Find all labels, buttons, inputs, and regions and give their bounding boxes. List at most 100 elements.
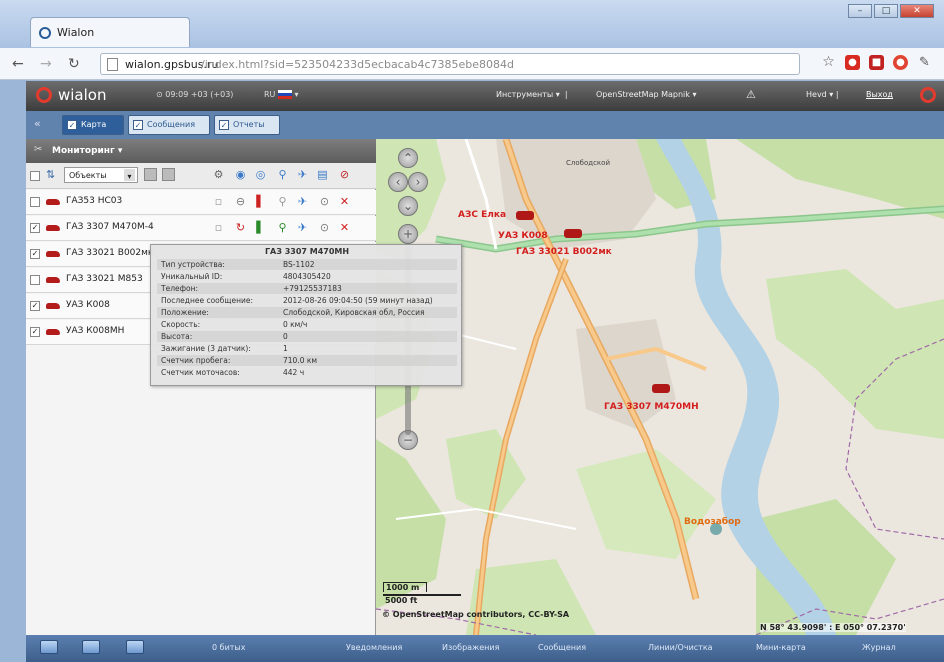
tooltip-key: Скорость: (161, 320, 201, 329)
tab-reports[interactable]: ✓ Отчеты (214, 115, 280, 135)
gear-icon[interactable]: ⚙ (212, 168, 225, 181)
delete-all-icon[interactable]: ⊘ (338, 168, 351, 181)
map-unit-label[interactable]: ГАЗ 33021 В002мк (516, 247, 612, 257)
cursor-coordinates: N 58° 43.9098' : E 050° 07.2370' (760, 623, 906, 632)
forward-icon[interactable]: → (40, 56, 52, 72)
url-field[interactable]: wialon.gpsbus.ru /index.html?sid=5235042… (100, 53, 800, 75)
checkbox-icon: ✓ (67, 120, 77, 130)
antenna-icon[interactable]: ⚲ (276, 168, 289, 181)
tab-messages-label: Сообщения (147, 120, 196, 129)
satellite-icon[interactable]: ✈ (296, 195, 309, 208)
language-selector[interactable]: RU ▾ (264, 90, 299, 99)
unit-checkbox[interactable] (30, 197, 40, 207)
unit-checkbox[interactable] (30, 275, 40, 285)
satellite-icon[interactable]: ✈ (296, 221, 309, 234)
tooltip-key: Последнее сообщение: (161, 296, 253, 305)
add-group-icon[interactable] (144, 168, 157, 181)
time-display[interactable]: ⊙ 09:09 +03 (+03) (156, 90, 233, 99)
filter-select[interactable]: Объекты ▾ (64, 167, 138, 183)
map-unit-label[interactable]: УАЗ К008 (498, 231, 548, 241)
messages-toggle[interactable]: Сообщения (538, 643, 586, 652)
sort-icon[interactable]: ⇅ (46, 168, 55, 181)
russia-flag-icon (277, 90, 292, 99)
tools-menu[interactable]: Инструменты ▾ | (496, 90, 568, 99)
antenna-icon[interactable]: ⚲ (276, 195, 289, 208)
extension-icon[interactable]: ● (893, 55, 908, 70)
tab-map[interactable]: ✓ Карта (62, 115, 124, 135)
log-toggle[interactable]: Журнал (862, 643, 896, 652)
notifications-toggle[interactable]: Уведомления (346, 643, 402, 652)
monitor-icon[interactable] (40, 640, 58, 654)
scale-bar: 1000 m 5000 ft (383, 582, 461, 605)
pan-right-icon[interactable]: › (408, 172, 428, 192)
settings-icon[interactable]: ⚠ (746, 88, 756, 101)
tooltip-value: 442 ч (283, 368, 305, 377)
antenna-icon[interactable]: ⚲ (276, 221, 289, 234)
images-toggle[interactable]: Изображения (442, 643, 499, 652)
tooltip-value: Слободской, Кировская обл, Россия (283, 308, 425, 317)
tracks-count: 0 битых (212, 643, 246, 652)
satellite-icon[interactable]: ✈ (296, 168, 309, 181)
map-source-selector[interactable]: OpenStreetMap Mapnik ▾ (596, 90, 696, 99)
minimap-toggle[interactable]: Мини-карта (756, 643, 806, 652)
map-copyright: © OpenStreetMap contributors, CC-BY-SA (382, 610, 570, 619)
scale-metric: 1000 m (383, 582, 427, 592)
pan-down-icon[interactable]: ⌄ (398, 196, 418, 216)
lines-clear-toggle[interactable]: Линии/Очистка (648, 643, 713, 652)
message-icon[interactable]: ▫ (212, 221, 225, 234)
car-icon (46, 225, 60, 231)
screens-icon[interactable] (126, 640, 144, 654)
locate-icon[interactable]: ◉ (234, 168, 247, 181)
commands-icon[interactable]: ▤ (316, 168, 329, 181)
map-label-azs: АЗС Елка (458, 210, 507, 220)
speed-indicator-icon: ▌ (256, 221, 265, 234)
tooltip-value: 710.0 км (283, 356, 318, 365)
delete-icon[interactable]: ✕ (338, 221, 351, 234)
follow-icon[interactable]: ◎ (254, 168, 267, 181)
unit-checkbox[interactable]: ✓ (30, 327, 40, 337)
unit-checkbox[interactable]: ✓ (30, 301, 40, 311)
maximize-button[interactable]: □ (874, 4, 898, 18)
close-button[interactable]: ✕ (900, 4, 934, 18)
browser-window: Wialon – □ ✕ ← → ↻ wialon.gpsbus.ru /ind… (0, 0, 944, 662)
monitoring-panel: ✂ Мониторинг ▾ ⇅ Объекты ▾ ⚙ ◉ ◎ ⚲ ✈ ▤ ⊘ … (26, 139, 376, 635)
commands-icon[interactable]: ⊙ (318, 195, 331, 208)
user-menu[interactable]: Hevd ▾ | (806, 90, 839, 99)
delete-icon[interactable]: ✕ (338, 195, 351, 208)
panel-header[interactable]: ✂ Мониторинг ▾ (26, 139, 376, 163)
unit-checkbox[interactable]: ✓ (30, 249, 40, 259)
connection-icon[interactable]: ⊖ (234, 195, 247, 208)
scale-imperial: 5000 ft (383, 594, 461, 605)
collapse-panel-icon[interactable]: « (34, 117, 41, 130)
zoom-in-icon[interactable]: + (398, 224, 418, 244)
wrench-icon[interactable]: ✎ (917, 55, 932, 70)
tooltip-value: BS-1102 (283, 260, 315, 269)
back-icon[interactable]: ← (12, 56, 24, 72)
exit-link[interactable]: Выход (866, 90, 893, 99)
map-view[interactable]: АЗС Елка УАЗ К008 ГАЗ 33021 В002мк ГАЗ 3… (376, 139, 944, 635)
reload-icon[interactable]: ↻ (68, 56, 80, 72)
unit-row[interactable]: ✓ ГАЗ 3307 М470М-4 ▫ ↻ ▌ ⚲ ✈ ⊙ ✕ (26, 216, 376, 241)
unit-row[interactable]: ГАЗ53 НС03 ▫ ⊖ ▌ ⚲ ✈ ⊙ ✕ (26, 190, 376, 215)
extensions: ☆ ● ■ ● ✎ (821, 55, 932, 70)
page-icon (107, 58, 118, 71)
message-icon[interactable]: ▫ (212, 195, 225, 208)
tracks-icon[interactable] (82, 640, 100, 654)
unit-checkbox[interactable]: ✓ (30, 223, 40, 233)
connection-icon[interactable]: ↻ (234, 221, 247, 234)
panel-title: Мониторинг (52, 146, 115, 156)
star-icon[interactable]: ☆ (821, 55, 836, 70)
browser-tab[interactable]: Wialon (30, 17, 190, 47)
tooltip-value: 2012-08-26 09:04:50 (59 минут назад) (283, 296, 433, 305)
pan-up-icon[interactable]: ⌃ (398, 148, 418, 168)
map-unit-label[interactable]: ГАЗ 3307 М470МН (604, 402, 699, 412)
minimize-button[interactable]: – (848, 4, 872, 18)
commands-icon[interactable]: ⊙ (318, 221, 331, 234)
pan-left-icon[interactable]: ‹ (388, 172, 408, 192)
tab-reports-label: Отчеты (233, 120, 265, 129)
remove-group-icon[interactable] (162, 168, 175, 181)
extension-icon[interactable]: ● (845, 55, 860, 70)
extension-icon[interactable]: ■ (869, 55, 884, 70)
select-all-checkbox[interactable] (30, 171, 40, 181)
tab-messages[interactable]: ✓ Сообщения (128, 115, 210, 135)
